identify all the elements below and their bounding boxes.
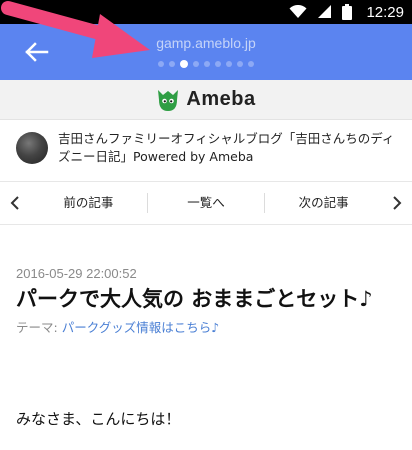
app-bar: gamp.ameblo.jp [0, 24, 412, 80]
article-list-link[interactable]: 一覧へ [148, 192, 265, 214]
battery-icon [342, 4, 353, 20]
next-article-link[interactable]: 次の記事 [265, 192, 382, 214]
page-dot [204, 61, 210, 67]
blog-avatar [16, 132, 48, 164]
theme-link[interactable]: パークグッズ情報はこちら♪ [62, 320, 219, 335]
signal-icon [318, 5, 332, 18]
chevron-left-icon[interactable] [0, 181, 30, 225]
page-dot [180, 60, 188, 68]
article-nav: 前の記事 一覧へ 次の記事 [0, 181, 412, 225]
wifi-icon [289, 5, 307, 18]
page-dot [237, 61, 243, 67]
status-icons: 12:29 [289, 0, 404, 24]
page-indicator [0, 60, 412, 68]
page-dot [226, 61, 232, 67]
status-bar: 12:29 [0, 0, 412, 24]
page-url: gamp.ameblo.jp [156, 35, 256, 51]
page-dot [215, 61, 221, 67]
page-dot [248, 61, 254, 67]
article-title: パークで大人気の おままごとセット♪ [16, 287, 373, 311]
ameba-logo[interactable]: Ameba [156, 87, 255, 113]
prev-article-link[interactable]: 前の記事 [30, 192, 147, 214]
page-dot [193, 61, 199, 67]
blog-title: 吉田さんファミリーオフィシャルブログ「吉田さんちのディズニー日記」Powered… [58, 131, 395, 164]
blog-info[interactable]: 吉田さんファミリーオフィシャルブログ「吉田さんちのディズニー日記」Powered… [16, 130, 396, 166]
article-theme: テーマ: パークグッズ情報はこちら♪ [16, 317, 219, 336]
theme-label: テーマ: [16, 320, 58, 335]
article-body: みなさま、こんにちは！ [16, 410, 181, 428]
page-dot [169, 61, 175, 67]
status-time: 12:29 [366, 3, 404, 21]
ameba-header: Ameba [0, 80, 412, 120]
article-date: 2016-05-29 22:00:52 [16, 266, 137, 281]
page-dot [158, 61, 164, 67]
ameba-mascot-icon [158, 89, 179, 111]
ameba-brand: Ameba [186, 88, 256, 110]
chevron-right-icon[interactable] [382, 181, 412, 225]
